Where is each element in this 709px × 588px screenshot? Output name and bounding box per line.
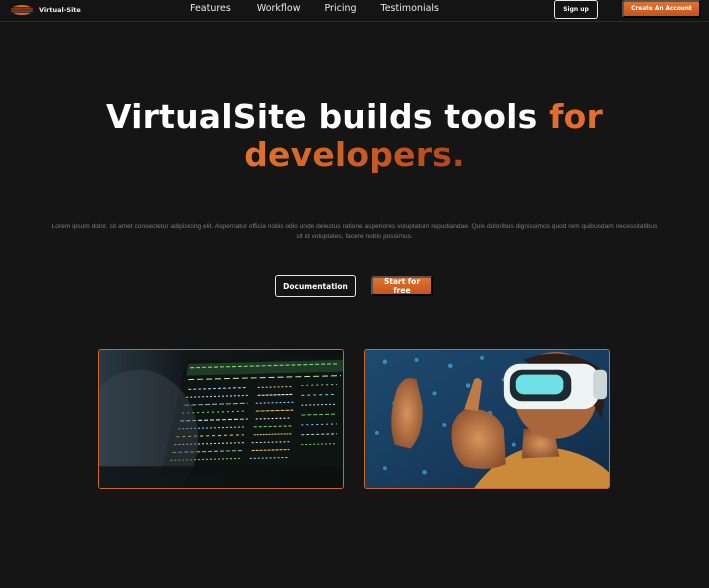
brand-link[interactable]: Virtual-Site bbox=[10, 3, 81, 17]
nav-link-testimonials[interactable]: Testimonials bbox=[377, 3, 443, 14]
main-nav: Features Workflow Pricing Testimonials bbox=[182, 3, 443, 14]
hero-description: Lorem ipsum dolor, sit amet consectetur … bbox=[51, 223, 658, 240]
nav-link-features[interactable]: Features bbox=[186, 3, 235, 14]
hero-title-accent-developers: developers. bbox=[244, 135, 465, 174]
nav-link-pricing[interactable]: Pricing bbox=[320, 3, 360, 14]
code-screen-image bbox=[99, 350, 343, 488]
start-for-free-button[interactable]: Start for free bbox=[371, 276, 433, 296]
vr-headset-image bbox=[365, 350, 609, 488]
vr-headset-image-card bbox=[364, 349, 610, 489]
nav-link-workflow[interactable]: Workflow bbox=[253, 3, 305, 14]
documentation-button[interactable]: Documentation bbox=[275, 275, 356, 297]
hero-title-accent-for: for bbox=[549, 97, 604, 136]
brand-name: Virtual-Site bbox=[39, 6, 81, 14]
top-navbar: Virtual-Site Features Workflow Pricing T… bbox=[0, 0, 709, 22]
sign-up-button[interactable]: Sign up bbox=[554, 0, 598, 19]
code-screen-image-card bbox=[98, 349, 344, 489]
hero-title: VirtualSite builds tools for developers. bbox=[0, 98, 709, 174]
create-account-button[interactable]: Create An Account bbox=[622, 0, 701, 18]
hero-title-main: VirtualSite builds tools bbox=[105, 97, 550, 136]
brand-logo-icon bbox=[11, 5, 33, 15]
